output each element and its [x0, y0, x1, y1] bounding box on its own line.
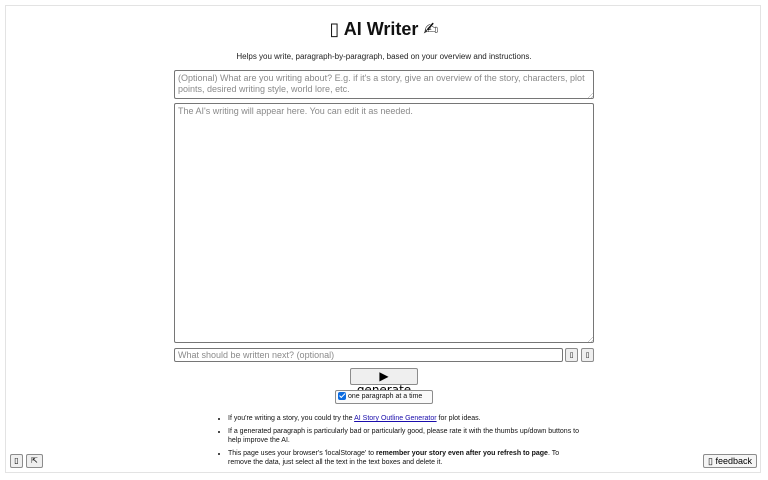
thumbs-up-button[interactable]: ▯	[565, 348, 578, 362]
thumbs-down-button[interactable]: ▯	[581, 348, 594, 362]
generate-button[interactable]: ▶ generate	[350, 368, 418, 397]
tip-rating: If a generated paragraph is particularly…	[228, 427, 580, 445]
thumbs-down-icon: ▯	[585, 351, 590, 359]
page-subtitle: Helps you write, paragraph-by-paragraph,…	[236, 52, 532, 61]
feedback-icon: ▯	[708, 456, 713, 466]
feedback-label: feedback	[715, 456, 752, 466]
tip-localstorage: This page uses your browser's 'localStor…	[228, 449, 580, 467]
fullscreen-button[interactable]: ⇱	[26, 454, 43, 468]
feedback-button[interactable]: ▯ feedback	[703, 454, 757, 468]
writing-hand-icon: ✍	[423, 19, 439, 39]
page-title: ▯ AI Writer ✍	[0, 18, 768, 40]
app-logo-icon: ▯	[329, 19, 340, 39]
tip-outline-generator: If you're writing a story, you could try…	[228, 414, 580, 423]
one-paragraph-toggle[interactable]: one paragraph at a time	[335, 390, 433, 404]
one-paragraph-checkbox[interactable]	[338, 391, 346, 400]
overview-input[interactable]	[174, 70, 594, 99]
corner-menu-button[interactable]: ▯	[10, 454, 23, 468]
story-outline-generator-link[interactable]: AI Story Outline Generator	[354, 415, 436, 422]
next-instruction-input[interactable]	[174, 348, 563, 362]
thumbs-up-icon: ▯	[569, 351, 574, 359]
title-text: AI Writer	[343, 19, 419, 39]
story-output-textarea[interactable]	[174, 103, 594, 343]
tips-list: If you're writing a story, you could try…	[216, 414, 580, 471]
expand-icon: ⇱	[31, 456, 38, 465]
menu-icon: ▯	[14, 456, 19, 465]
one-paragraph-label: one paragraph at a time	[348, 393, 423, 400]
